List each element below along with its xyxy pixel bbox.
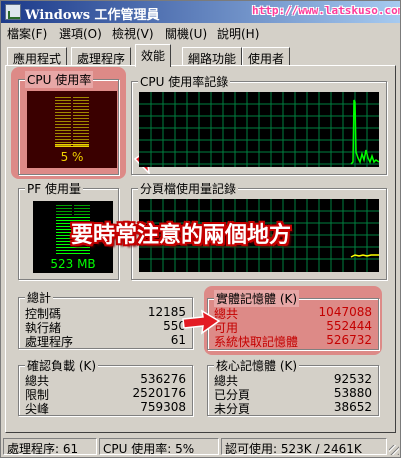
cpu-history-label: CPU 使用率記錄 [138,73,231,90]
totals-row-value: 61 [170,333,186,347]
title-bar[interactable]: Windows 工作管理員 http://www.latskuso.com [1,1,400,23]
commit-charge-row: 限制 2520176 [19,386,192,402]
menu-options[interactable]: 選項(O) [59,25,102,42]
totals-row: 執行緒 550 [19,319,192,335]
resize-grip[interactable] [389,445,399,455]
commit-charge-group: 確認負載 (K) 總共 536276 限制 2520176 尖峰 759308 [18,357,193,416]
commit-charge-row-value: 536276 [140,372,186,386]
cpu-usage-fill [55,144,89,147]
task-manager-icon [5,4,21,20]
physical-memory-row-value: 1047088 [318,305,372,319]
menu-bar: 檔案(F) 選項(O) 檢視(V) 關機(U) 說明(H) [1,23,400,43]
kernel-memory-row: 總共 92532 [208,372,378,388]
pf-history-label: 分頁檔使用量記錄 [138,180,239,197]
physical-memory-row: 系統快取記憶體 526732 [208,333,378,349]
task-manager-window: Windows 工作管理員 http://www.latskuso.com 檔案… [0,0,401,458]
annotation-text: 要時常注意的兩個地方 [71,223,292,248]
physical-memory-row: 可用 552444 [208,319,378,335]
cpu-usage-meter: 5 % [27,91,117,168]
tab-strip: 應用程式 處理程序 效能 網路功能 使用者 [1,44,400,67]
commit-charge-row-label: 尖峰 [25,402,50,416]
status-processes: 處理程序: 61 [3,438,97,455]
physical-memory-group: 實體記憶體 (K) 總共 1047088 可用 552444 系統快取記憶體 5… [207,290,379,350]
status-cpu-usage: CPU 使用率: 5% [99,438,219,455]
menu-file[interactable]: 檔案(F) [7,25,47,42]
status-commit-charge: 認可使用: 523K / 2461K [221,438,387,455]
pf-usage-label: PF 使用量 [25,180,83,197]
menu-view[interactable]: 檢視(V) [112,25,154,42]
tab-performance[interactable]: 效能 [135,44,172,67]
arrow-to-memory-icon [182,309,221,335]
watermark-url: http://www.latskuso.com [252,4,401,17]
physical-memory-row: 總共 1047088 [208,305,378,321]
kernel-memory-row-value: 38652 [333,400,372,414]
totals-row: 控制碼 12185 [19,305,192,321]
tab-networking[interactable]: 網路功能 [182,47,243,66]
kernel-memory-row-value: 53880 [333,386,372,400]
commit-charge-row: 尖峰 759308 [19,400,192,416]
kernel-memory-row: 已分頁 53880 [208,386,378,402]
physical-memory-row-label: 系統快取記憶體 [214,335,299,349]
cpu-usage-value: 5 % [60,150,84,164]
window-title: Windows 工作管理員 [25,8,160,23]
cpu-usage-label: CPU 使用率 [25,71,94,88]
kernel-memory-row-value: 92532 [333,372,372,386]
menu-shutdown[interactable]: 關機(U) [165,25,207,42]
tab-processes[interactable]: 處理程序 [71,47,132,66]
kernel-memory-group: 核心記憶體 (K) 總共 92532 已分頁 53880 未分頁 38652 [207,357,379,416]
kernel-memory-row-label: 未分頁 [214,402,251,416]
kernel-memory-row: 未分頁 38652 [208,400,378,416]
physical-memory-row-value: 552444 [326,319,372,333]
totals-group: 總計 控制碼 12185 執行緒 550 處理程序 61 [18,289,193,349]
physical-memory-row-value: 526732 [326,333,372,347]
cpu-history-graph [139,92,379,167]
totals-row-label: 處理程序 [25,335,74,349]
tab-applications[interactable]: 應用程式 [7,47,68,66]
menu-help[interactable]: 說明(H) [217,25,259,42]
tab-users[interactable]: 使用者 [242,47,291,66]
commit-charge-row: 總共 536276 [19,372,192,388]
totals-label: 總計 [25,289,54,306]
pf-usage-value: 523 MB [50,257,96,271]
commit-charge-row-value: 759308 [140,400,186,414]
status-bar: 處理程序: 61 CPU 使用率: 5% 認可使用: 523K / 2461K [1,436,400,457]
commit-charge-row-value: 2520176 [132,386,186,400]
totals-row: 處理程序 61 [19,333,192,349]
